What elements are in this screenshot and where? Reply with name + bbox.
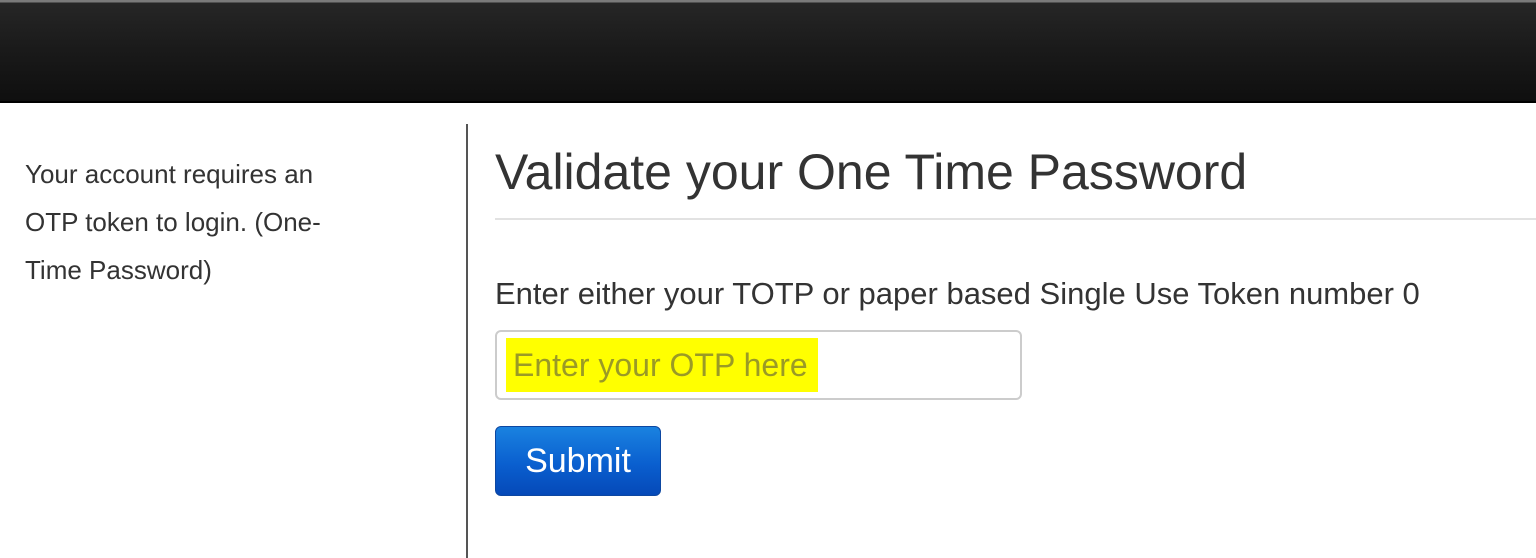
page-title: Validate your One Time Password (495, 144, 1248, 200)
otp-prompt-label: Enter either your TOTP or paper based Si… (495, 276, 1420, 311)
otp-input[interactable] (507, 338, 1012, 392)
otp-required-message: Your account requires an OTP token to lo… (25, 159, 321, 285)
otp-field-container (495, 330, 1022, 400)
title-divider (495, 218, 1536, 220)
submit-button[interactable]: Submit (495, 426, 661, 496)
main-content: Validate your One Time Password Enter ei… (495, 124, 1536, 558)
top-navbar (0, 0, 1536, 103)
